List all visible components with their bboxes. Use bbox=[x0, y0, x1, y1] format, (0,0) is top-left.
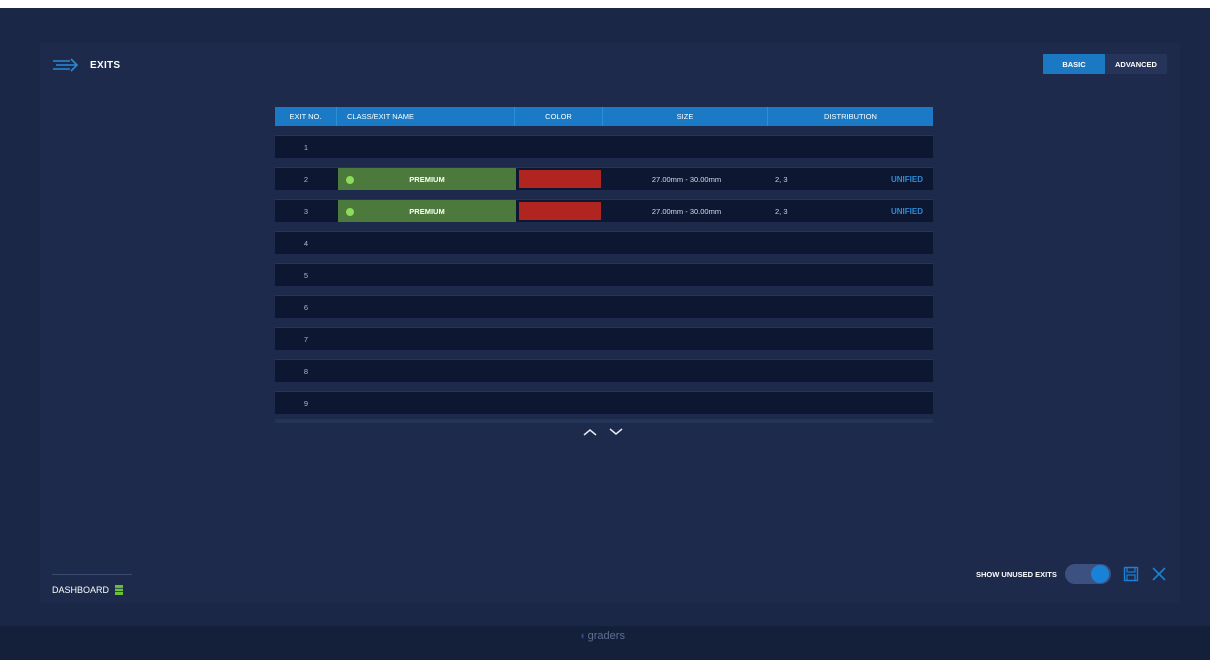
class-name-cell[interactable]: PREMIUM bbox=[338, 168, 516, 190]
exit-number: 8 bbox=[303, 366, 309, 376]
page-header: EXITS bbox=[52, 55, 120, 75]
size-cell: 27.00mm - 30.00mm bbox=[651, 174, 722, 184]
chevron-up-icon[interactable] bbox=[582, 427, 598, 437]
size-cell: 27.00mm - 30.00mm bbox=[651, 206, 722, 216]
table-row[interactable]: 4 bbox=[275, 231, 933, 254]
distribution-value: 2, 3 bbox=[775, 174, 788, 184]
table-row[interactable]: 1 bbox=[275, 135, 933, 158]
brand-footer: ◖ graders bbox=[579, 630, 625, 642]
table-row[interactable]: 6 bbox=[275, 295, 933, 318]
brand-logo-icon: ◖ bbox=[579, 630, 586, 642]
table-row[interactable]: 9 bbox=[275, 391, 933, 414]
basic-mode-button[interactable]: BASIC bbox=[1043, 54, 1105, 74]
distribution-cell[interactable]: 2, 3 UNIFIED bbox=[769, 168, 933, 190]
distribution-mode-link[interactable]: UNIFIED bbox=[891, 207, 923, 216]
table-header: EXIT NO. CLASS/EXIT NAME COLOR SIZE DIST… bbox=[275, 107, 933, 126]
exits-arrows-icon bbox=[53, 58, 79, 72]
color-swatch bbox=[519, 170, 601, 188]
bottom-controls: SHOW UNUSED EXITS bbox=[976, 563, 1167, 585]
exit-number: 1 bbox=[303, 142, 309, 152]
column-header-color[interactable]: COLOR bbox=[515, 107, 603, 126]
class-name: PREMIUM bbox=[409, 174, 445, 184]
exit-number: 7 bbox=[303, 334, 309, 344]
exit-number: 5 bbox=[303, 270, 309, 280]
advanced-mode-button[interactable]: ADVANCED bbox=[1105, 54, 1167, 74]
status-dot-icon bbox=[346, 208, 354, 216]
column-header-class-name[interactable]: CLASS/EXIT NAME bbox=[337, 107, 515, 126]
exit-number: 2 bbox=[303, 174, 309, 184]
color-cell[interactable] bbox=[516, 200, 604, 222]
table-row[interactable]: 2 PREMIUM 27.00mm - 30.00mm 2, 3 UNIFIED bbox=[275, 167, 933, 190]
class-name: PREMIUM bbox=[409, 206, 445, 216]
dashboard-link[interactable]: DASHBOARD bbox=[52, 574, 132, 604]
exits-table: EXIT NO. CLASS/EXIT NAME COLOR SIZE DIST… bbox=[275, 107, 933, 423]
mode-toggle: BASIC ADVANCED bbox=[1043, 54, 1167, 74]
status-dot-icon bbox=[346, 176, 354, 184]
brand-name: graders bbox=[587, 630, 625, 642]
show-unused-label: SHOW UNUSED EXITS bbox=[976, 569, 1057, 579]
bar-chart-icon bbox=[115, 584, 124, 595]
column-header-distribution[interactable]: DISTRIBUTION bbox=[768, 107, 933, 126]
distribution-value: 2, 3 bbox=[775, 206, 788, 216]
column-header-exit-no[interactable]: EXIT NO. bbox=[275, 107, 337, 126]
distribution-cell[interactable]: 2, 3 UNIFIED bbox=[769, 200, 933, 222]
table-row[interactable]: 5 bbox=[275, 263, 933, 286]
page-title: EXITS bbox=[90, 59, 121, 71]
class-name-cell[interactable]: PREMIUM bbox=[338, 200, 516, 222]
close-icon[interactable] bbox=[1151, 566, 1167, 582]
scroll-controls bbox=[582, 427, 624, 437]
exit-number: 6 bbox=[303, 302, 309, 312]
table-row[interactable]: 7 bbox=[275, 327, 933, 350]
chevron-down-icon[interactable] bbox=[608, 427, 624, 437]
exit-number: 4 bbox=[303, 238, 309, 248]
show-unused-toggle[interactable] bbox=[1064, 564, 1111, 584]
color-swatch bbox=[519, 202, 601, 220]
dashboard-label: DASHBOARD bbox=[52, 584, 110, 595]
table-row[interactable]: 3 PREMIUM 27.00mm - 30.00mm 2, 3 UNIFIED bbox=[275, 199, 933, 222]
table-bottom-edge bbox=[275, 419, 933, 423]
column-header-size[interactable]: SIZE bbox=[603, 107, 768, 126]
table-row[interactable]: 8 bbox=[275, 359, 933, 382]
distribution-mode-link[interactable]: UNIFIED bbox=[891, 175, 923, 184]
exit-number: 9 bbox=[303, 398, 309, 408]
exit-number: 3 bbox=[303, 206, 309, 216]
toggle-knob bbox=[1090, 565, 1109, 583]
color-cell[interactable] bbox=[516, 168, 604, 190]
floppy-disk-icon[interactable] bbox=[1123, 566, 1139, 582]
